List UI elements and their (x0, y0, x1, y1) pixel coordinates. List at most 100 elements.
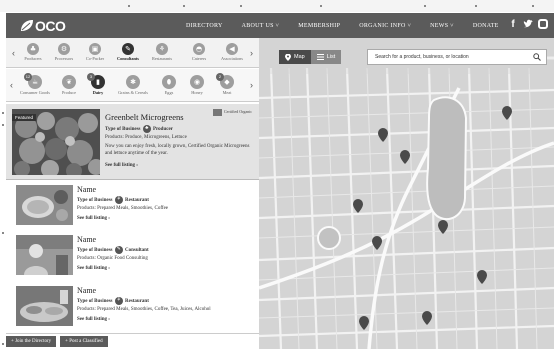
subcategory-dairy[interactable]: 3 ▮ Dairy (83, 73, 113, 95)
nav-membership[interactable]: MEMBERSHIP (298, 23, 340, 29)
map-marker[interactable] (400, 150, 410, 164)
featured-title[interactable]: Greenbelt Microgreens (105, 112, 184, 122)
list-view-label: List (326, 54, 336, 60)
nav-about-us[interactable]: ABOUT US ˅ (242, 23, 280, 29)
certified-label: Certified Organic (224, 109, 253, 114)
type-value: Consultant (124, 248, 149, 254)
list-view-button[interactable]: List (310, 50, 342, 64)
social-links: f (508, 19, 548, 30)
category-producers[interactable]: ♣ Producers (18, 43, 48, 61)
processor-icon: ⚙ (58, 43, 70, 55)
listing-item[interactable]: Name Type of Business ✎ Consultant Produ… (6, 231, 259, 288)
map-marker[interactable] (477, 270, 487, 284)
subcategory-label: Honey (191, 90, 203, 95)
location-pin-icon (285, 53, 291, 61)
nav-news[interactable]: NEWS ˅ (430, 23, 454, 29)
subcategory-next-arrow[interactable]: › (250, 80, 253, 90)
nav-organic-info[interactable]: ORGANIC INFO ˅ (359, 23, 411, 29)
category-label: Associations (221, 56, 243, 61)
category-prev-arrow[interactable]: ‹ (12, 48, 15, 58)
honey-icon: ◉ (190, 75, 204, 89)
subcategory-meat[interactable]: 2 ◆ Meat (212, 73, 242, 95)
category-copacker[interactable]: ▣ Co-Packer (80, 43, 110, 61)
type-value: Producer (152, 127, 173, 133)
oco-logo[interactable]: OCO (20, 17, 66, 34)
listing-item[interactable]: Name Type of Business ⚘ Restaurant Produ… (6, 181, 259, 238)
featured-listing[interactable]: Featured Greenbelt Microgreens Type of B… (6, 104, 259, 180)
marker-dot (475, 5, 477, 7)
leaf-logo-icon (21, 20, 33, 31)
listing-type: Type of Business ✎ Consultant (77, 246, 149, 254)
count-badge: 2 (216, 73, 224, 81)
logo-text: OCO (35, 17, 66, 34)
nav-donate[interactable]: DONATE (473, 23, 499, 29)
map-marker[interactable] (372, 236, 382, 250)
featured-see-full-listing[interactable]: See full listing › (105, 163, 138, 168)
facebook-icon[interactable]: f (508, 19, 518, 30)
listing-products: Products: Organic Food Consulting (77, 256, 148, 261)
nav-menu: DIRECTORY ABOUT US ˅ MEMBERSHIP ORGANIC … (186, 13, 518, 38)
map-panel[interactable]: Map List Search for a product, business,… (259, 38, 554, 349)
subcategory-grains[interactable]: ✱ Grains & Cereals (118, 75, 148, 95)
map-marker[interactable] (438, 220, 448, 234)
map-marker[interactable] (502, 106, 512, 120)
post-classified-button[interactable]: + Post a Classified (60, 336, 108, 347)
map-search-input[interactable]: Search for a product, business, or locat… (367, 49, 547, 65)
listing-item[interactable]: Name Type of Business ⚘ Restaurant Produ… (6, 282, 259, 334)
listing-name[interactable]: Name (77, 235, 96, 244)
subcategory-consumer-goods[interactable]: 12 ☕ Consumer Goods (20, 73, 50, 95)
map-marker[interactable] (422, 311, 432, 325)
main-navbar: OCO DIRECTORY ABOUT US ˅ MEMBERSHIP ORGA… (6, 13, 554, 38)
consultant-icon: ✎ (114, 246, 123, 254)
category-label: Processors (54, 56, 74, 61)
marker-dot (240, 5, 242, 7)
subcategory-honey[interactable]: ◉ Honey (182, 75, 212, 95)
instagram-icon[interactable] (538, 19, 548, 29)
association-icon: ◀ (226, 43, 238, 55)
consultant-icon: ✎ (122, 43, 134, 55)
search-icon[interactable] (533, 53, 541, 61)
subcategory-eggs[interactable]: ⬮ Eggs (154, 75, 184, 95)
listing-type: Type of Business ⚘ Restaurant (77, 196, 149, 204)
listing-see-full[interactable]: See full listing › (77, 216, 110, 221)
map-marker[interactable] (353, 199, 363, 213)
subcategory-produce[interactable]: ❦ Produce (54, 75, 84, 95)
map-view-label: Map (294, 54, 305, 60)
join-directory-button[interactable]: + Join the Directory (6, 336, 57, 347)
category-label: Restaurants (151, 56, 173, 61)
category-processors[interactable]: ⚙ Processors (49, 43, 79, 61)
category-restaurants[interactable]: ⚘ Restaurants (147, 43, 177, 61)
map-view-button[interactable]: Map (279, 50, 311, 64)
type-value: Restaurant (124, 299, 149, 305)
listing-name[interactable]: Name (77, 286, 96, 295)
category-associations[interactable]: ◀ Associations (217, 43, 247, 61)
produce-icon: ❦ (62, 75, 76, 89)
listing-see-full[interactable]: See full listing › (77, 266, 110, 271)
count-badge: 3 (87, 73, 95, 81)
marker-dot (424, 5, 426, 7)
type-label: Type of Business (77, 299, 113, 305)
subcategory-label: Meat (222, 90, 232, 95)
category-consultants[interactable]: ✎ Consultants (113, 43, 143, 61)
category-label: Producers (24, 56, 42, 61)
category-caterers[interactable]: ◓ Caterers (184, 43, 214, 61)
category-next-arrow[interactable]: › (250, 48, 253, 58)
map-marker[interactable] (378, 128, 388, 142)
category-label: Consultants (117, 56, 139, 61)
listing-products: Products: Prepared Meals, Smoothies, Cof… (77, 206, 169, 211)
subcategory-label: Grains & Cereals (118, 90, 148, 95)
producer-icon: ♣ (27, 43, 39, 55)
listing-see-full[interactable]: See full listing › (77, 317, 110, 322)
subcategory-label: Produce (61, 90, 77, 95)
products-label: Products: (105, 135, 124, 140)
listing-name[interactable]: Name (77, 185, 96, 194)
map-marker[interactable] (359, 316, 369, 330)
twitter-icon[interactable] (523, 19, 533, 30)
nav-directory[interactable]: DIRECTORY (186, 23, 223, 29)
category-label: Caterers (191, 56, 207, 61)
type-value: Restaurant (124, 198, 149, 204)
subcategory-label: Dairy (92, 90, 104, 95)
grains-icon: ✱ (126, 75, 140, 89)
subcategory-prev-arrow[interactable]: ‹ (10, 80, 13, 90)
top-strip (0, 0, 554, 12)
